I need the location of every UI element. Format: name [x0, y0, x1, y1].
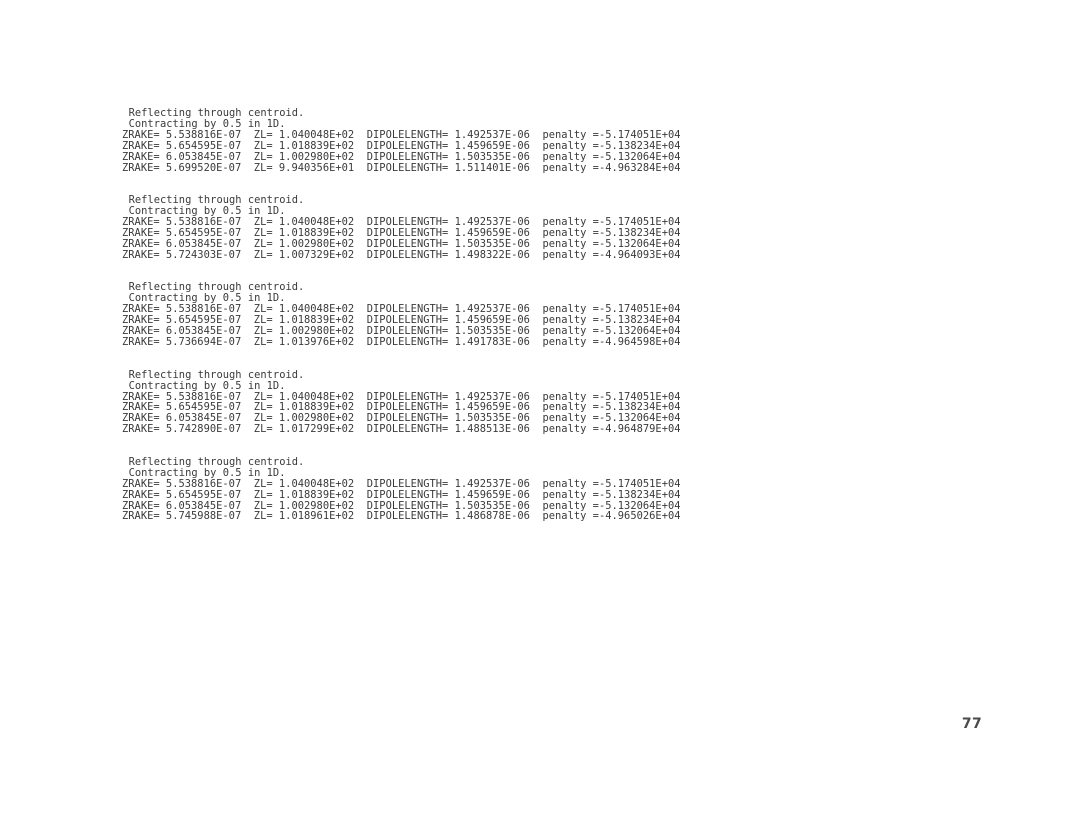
log-block: Reflecting through centroid. Contracting … — [122, 108, 902, 173]
log-data-line: ZRAKE= 5.736694E-07 ZL= 1.013976E+02 DIP… — [122, 336, 681, 348]
log-status-line: Contracting by 0.5 in 1D. — [128, 379, 286, 392]
log-data-line: ZRAKE= 5.742890E-07 ZL= 1.017299E+02 DIP… — [122, 423, 681, 436]
log-block: Reflecting through centroid. Contracting … — [122, 457, 902, 522]
log-data-line: ZRAKE= 5.654595E-07 ZL= 1.018839E+02 DIP… — [122, 139, 681, 152]
log-status-line: Reflecting through centroid. — [128, 368, 305, 381]
log-block: Reflecting through centroid. Contracting … — [122, 195, 902, 260]
document-page: Reflecting through centroid. Contracting … — [0, 0, 1080, 834]
page-number: 77 — [961, 716, 982, 732]
log-data-line: ZRAKE= 5.699520E-07 ZL= 9.940356E+01 DIP… — [122, 161, 681, 174]
optimization-log-listing: Reflecting through centroid. Contracting … — [122, 108, 902, 522]
log-block: Reflecting through centroid. Contracting … — [122, 368, 902, 436]
log-data-line: ZRAKE= 5.654595E-07 ZL= 1.018839E+02 DIP… — [122, 488, 681, 501]
log-block: Reflecting through centroid. Contracting … — [122, 282, 902, 347]
log-data-line: ZRAKE= 5.724303E-07 ZL= 1.007329E+02 DIP… — [122, 248, 681, 261]
log-data-line: ZRAKE= 5.745988E-07 ZL= 1.018961E+02 DIP… — [122, 510, 681, 523]
log-data-line: ZRAKE= 6.053845E-07 ZL= 1.002980E+02 DIP… — [122, 150, 681, 163]
